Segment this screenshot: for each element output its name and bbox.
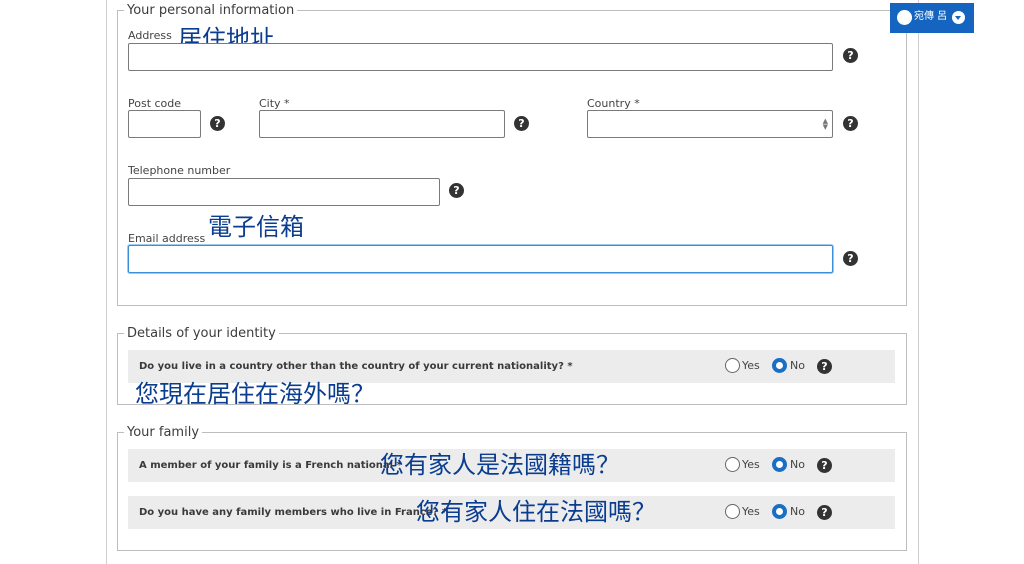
post-code-help-icon[interactable]: ? xyxy=(210,116,225,131)
identity-question-text: Do you live in a country other than the … xyxy=(139,361,573,372)
identity-annotation: 您現在居住在海外嗎？ xyxy=(135,380,375,408)
country-select[interactable]: ▲ ▼ xyxy=(587,110,833,138)
select-arrows-icon: ▲ ▼ xyxy=(822,117,828,131)
city-input[interactable] xyxy=(259,110,505,138)
identity-yes-label: Yes xyxy=(742,359,760,372)
address-label: Address xyxy=(128,29,172,42)
email-label: Email address xyxy=(128,232,206,245)
country-help-icon[interactable]: ? xyxy=(843,116,858,131)
family-national-yes-label: Yes xyxy=(742,458,760,471)
identity-no-label: No xyxy=(790,359,805,372)
email-help-icon[interactable]: ? xyxy=(843,251,858,266)
identity-yes-radio[interactable] xyxy=(725,358,740,373)
telephone-label: Telephone number xyxy=(128,164,231,177)
family-question-annotation: 您有家人是法國籍嗎？ xyxy=(380,451,620,479)
family-in-france-no-label: No xyxy=(790,505,805,518)
family-in-france-no-radio[interactable] xyxy=(772,504,787,519)
identity-help-icon[interactable]: ? xyxy=(817,359,832,374)
post-code-input[interactable] xyxy=(128,110,201,138)
email-input[interactable] xyxy=(128,245,833,273)
personal-info-legend: Your personal information xyxy=(124,3,298,19)
family-legend: Your family xyxy=(124,425,203,441)
family-question-annotation: 您有家人住在法國嗎？ xyxy=(416,498,656,526)
globe-icon xyxy=(897,10,912,25)
telephone-input[interactable] xyxy=(128,178,440,206)
language-widget[interactable]: 宛傳 呂 xyxy=(890,3,974,33)
telephone-help-icon[interactable]: ? xyxy=(449,183,464,198)
family-national-no-label: No xyxy=(790,458,805,471)
address-help-icon[interactable]: ? xyxy=(843,48,858,63)
family-in-france-yes-label: Yes xyxy=(742,505,760,518)
post-code-label: Post code xyxy=(128,97,182,110)
chevron-down-icon[interactable] xyxy=(952,11,965,24)
page-border-right xyxy=(918,0,919,564)
city-help-icon[interactable]: ? xyxy=(514,116,529,131)
family-national-no-radio[interactable] xyxy=(772,457,787,472)
family-in-france-help-icon[interactable]: ? xyxy=(817,505,832,520)
identity-legend: Details of your identity xyxy=(124,326,279,342)
city-label: City * xyxy=(259,97,290,110)
identity-no-radio[interactable] xyxy=(772,358,787,373)
email-annotation: 電子信箱 xyxy=(208,213,304,241)
family-in-france-yes-radio[interactable] xyxy=(725,504,740,519)
language-widget-label: 宛傳 呂 xyxy=(914,11,948,22)
address-input[interactable] xyxy=(128,43,833,71)
family-question-text: A member of your family is a French nati… xyxy=(139,460,402,471)
page-border-left xyxy=(106,0,107,564)
family-question-text: Do you have any family members who live … xyxy=(139,507,448,518)
family-national-yes-radio[interactable] xyxy=(725,457,740,472)
country-label: Country * xyxy=(587,97,640,110)
family-national-help-icon[interactable]: ? xyxy=(817,458,832,473)
